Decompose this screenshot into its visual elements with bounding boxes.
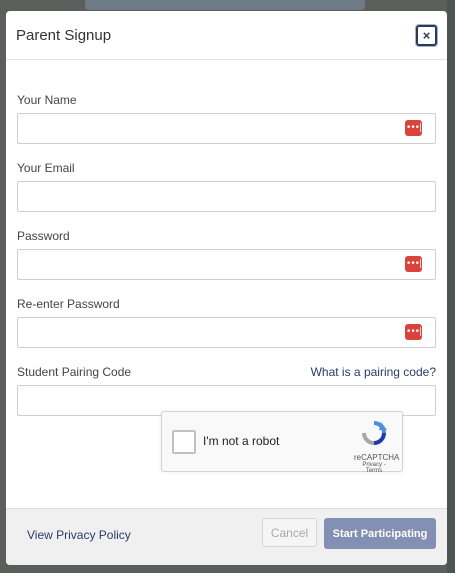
password-field-group: Password •••| [17, 226, 436, 280]
email-label: Your Email [17, 161, 75, 175]
name-field-group: Your Name •••| [17, 90, 436, 144]
start-participating-button[interactable]: Start Participating [324, 518, 436, 549]
modal-title: Parent Signup [16, 26, 112, 44]
name-input[interactable] [18, 114, 435, 143]
email-input-wrapper [17, 181, 436, 212]
reenter-password-field-group: Re-enter Password •••| [17, 294, 436, 348]
privacy-policy-link[interactable]: View Privacy Policy [27, 528, 131, 542]
modal-header: Parent Signup × [6, 11, 447, 60]
name-label: Your Name [17, 93, 77, 107]
cancel-button[interactable]: Cancel [262, 518, 317, 547]
name-input-wrapper: •••| [17, 113, 436, 144]
signup-modal: Parent Signup × Your Name •••| Your Emai… [6, 11, 447, 565]
reenter-password-input[interactable] [18, 318, 435, 347]
recaptcha-logo: reCAPTCHA Privacy - Terms [354, 420, 400, 474]
pairing-code-help-link[interactable]: What is a pairing code? [311, 365, 436, 379]
recaptcha-brand: reCAPTCHA [354, 453, 400, 462]
recaptcha-widget: I'm not a robot reCAPTCHA Privacy - Term… [161, 411, 403, 474]
email-field-group: Your Email [17, 158, 436, 212]
recaptcha-checkbox[interactable] [172, 430, 196, 454]
close-button[interactable]: × [416, 24, 437, 46]
backdrop [85, 0, 365, 10]
backdrop-edge [447, 0, 455, 573]
password-input-wrapper: •••| [17, 249, 436, 280]
close-icon: × [422, 27, 431, 43]
pairing-code-field-group: Student Pairing Code What is a pairing c… [17, 362, 436, 416]
password-manager-icon[interactable]: •••| [405, 256, 422, 272]
recaptcha-terms[interactable]: Privacy - Terms [354, 462, 394, 474]
recaptcha-icon [362, 421, 387, 445]
modal-footer: View Privacy Policy Cancel Start Partici… [6, 508, 447, 565]
email-input[interactable] [18, 182, 435, 211]
pairing-code-label: Student Pairing Code [17, 365, 132, 379]
reenter-password-label: Re-enter Password [17, 297, 120, 311]
password-label: Password [17, 229, 70, 243]
recaptcha-label: I'm not a robot [203, 434, 280, 448]
signup-form: Your Name •••| Your Email Password •••| … [6, 60, 447, 416]
password-manager-icon[interactable]: •••| [405, 120, 422, 136]
password-manager-icon[interactable]: •••| [405, 324, 422, 340]
password-input[interactable] [18, 250, 435, 279]
reenter-password-input-wrapper: •••| [17, 317, 436, 348]
